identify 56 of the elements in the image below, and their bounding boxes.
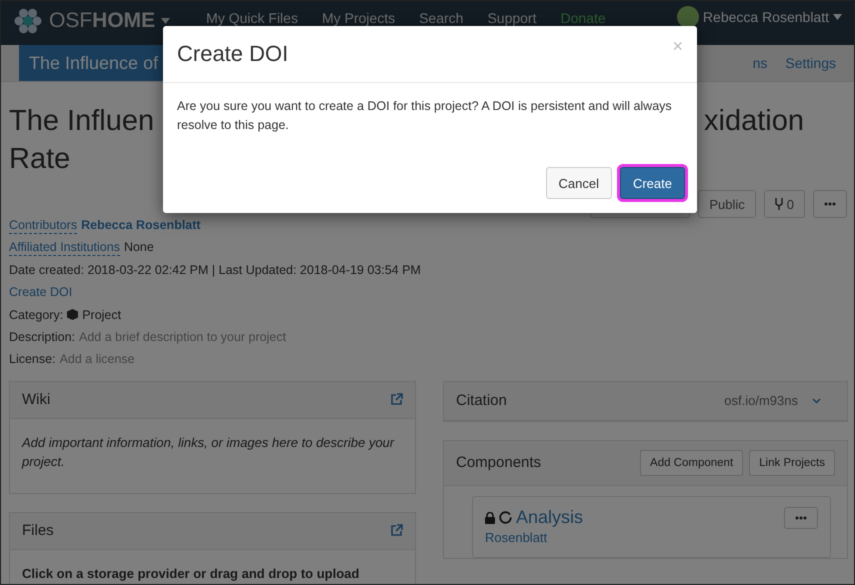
create-button[interactable]: Create bbox=[620, 167, 685, 199]
create-doi-link[interactable]: Create DOI bbox=[9, 281, 72, 304]
panel-button[interactable]: Link Projects bbox=[749, 450, 835, 476]
panel-title: Wiki bbox=[22, 391, 50, 408]
circle-icon bbox=[499, 511, 512, 524]
files-hint: Click on a storage provider or drag and drop to upload bbox=[22, 564, 360, 583]
project-nav-link[interactable]: Settings bbox=[785, 55, 836, 71]
logo-icon bbox=[13, 6, 43, 36]
more-button[interactable] bbox=[784, 506, 818, 529]
description-label: Description: bbox=[9, 329, 75, 346]
fork-button[interactable]: 0 bbox=[764, 190, 805, 218]
avatar-icon bbox=[676, 6, 699, 28]
citation-link[interactable]: osf.io/m93ns bbox=[724, 393, 798, 408]
wiki-text: Add important information, links, or images here to describe your project. bbox=[22, 434, 396, 471]
contributor-link[interactable]: Rebecca Rosenblatt bbox=[81, 214, 201, 236]
contributors-label[interactable]: Contributors bbox=[9, 216, 78, 234]
project-title: xidation bbox=[704, 104, 804, 139]
panel-title: Citation bbox=[456, 392, 507, 410]
cancel-button[interactable]: Cancel bbox=[546, 167, 612, 199]
project-nav-link[interactable]: ns bbox=[752, 55, 768, 71]
more-button[interactable] bbox=[813, 190, 847, 218]
panel-button[interactable]: Add Component bbox=[640, 450, 744, 476]
category-value: Project bbox=[82, 306, 122, 324]
modal-text: Are you sure you want to create a DOI for this project? A DOI is persistent and will always resolve to this page. bbox=[176, 98, 673, 134]
external-link-icon[interactable] bbox=[390, 524, 403, 538]
brand-name[interactable]: OSFHOME bbox=[49, 9, 156, 33]
caret-icon bbox=[833, 14, 842, 20]
cube-icon bbox=[67, 309, 78, 320]
panel-title: Files bbox=[22, 522, 54, 540]
license-label: License: bbox=[9, 351, 56, 368]
external-link-icon[interactable] bbox=[390, 393, 403, 406]
more-icon bbox=[824, 202, 836, 206]
user-menu[interactable]: Rebecca Rosenblatt bbox=[676, 6, 842, 28]
public-button[interactable]: Public bbox=[698, 190, 756, 218]
nav-link[interactable]: Donate bbox=[560, 10, 606, 26]
component-link[interactable]: Analysis bbox=[516, 507, 584, 528]
project-title: Rate bbox=[9, 143, 70, 175]
institutions-value: None bbox=[124, 239, 154, 256]
category-label: Category: bbox=[9, 306, 64, 324]
contributor-link[interactable]: Rosenblatt bbox=[485, 530, 548, 545]
nav-link[interactable]: My Projects bbox=[322, 10, 396, 26]
nav-link[interactable]: Search bbox=[419, 10, 464, 26]
institutions-label[interactable]: Affiliated Institutions bbox=[9, 239, 120, 256]
caret-icon bbox=[161, 18, 170, 24]
description-placeholder[interactable]: Add a brief description to your project bbox=[79, 326, 286, 348]
fork-icon bbox=[774, 198, 783, 210]
nav-link[interactable]: Support bbox=[487, 10, 536, 26]
license-placeholder[interactable]: Add a license bbox=[60, 348, 135, 371]
dates-text: Date created: 2018-03-22 02:42 PM | Last Updated: 2018-04-19 03:54 PM bbox=[9, 262, 421, 279]
modal-title: Create DOI bbox=[177, 41, 288, 67]
close-button[interactable]: × bbox=[672, 36, 683, 57]
project-title: The Influen bbox=[9, 104, 154, 139]
nav-link[interactable]: My Quick Files bbox=[206, 10, 298, 26]
chevron-down-icon[interactable] bbox=[812, 398, 821, 404]
panel-title: Components bbox=[456, 454, 542, 472]
more-icon bbox=[795, 516, 807, 520]
